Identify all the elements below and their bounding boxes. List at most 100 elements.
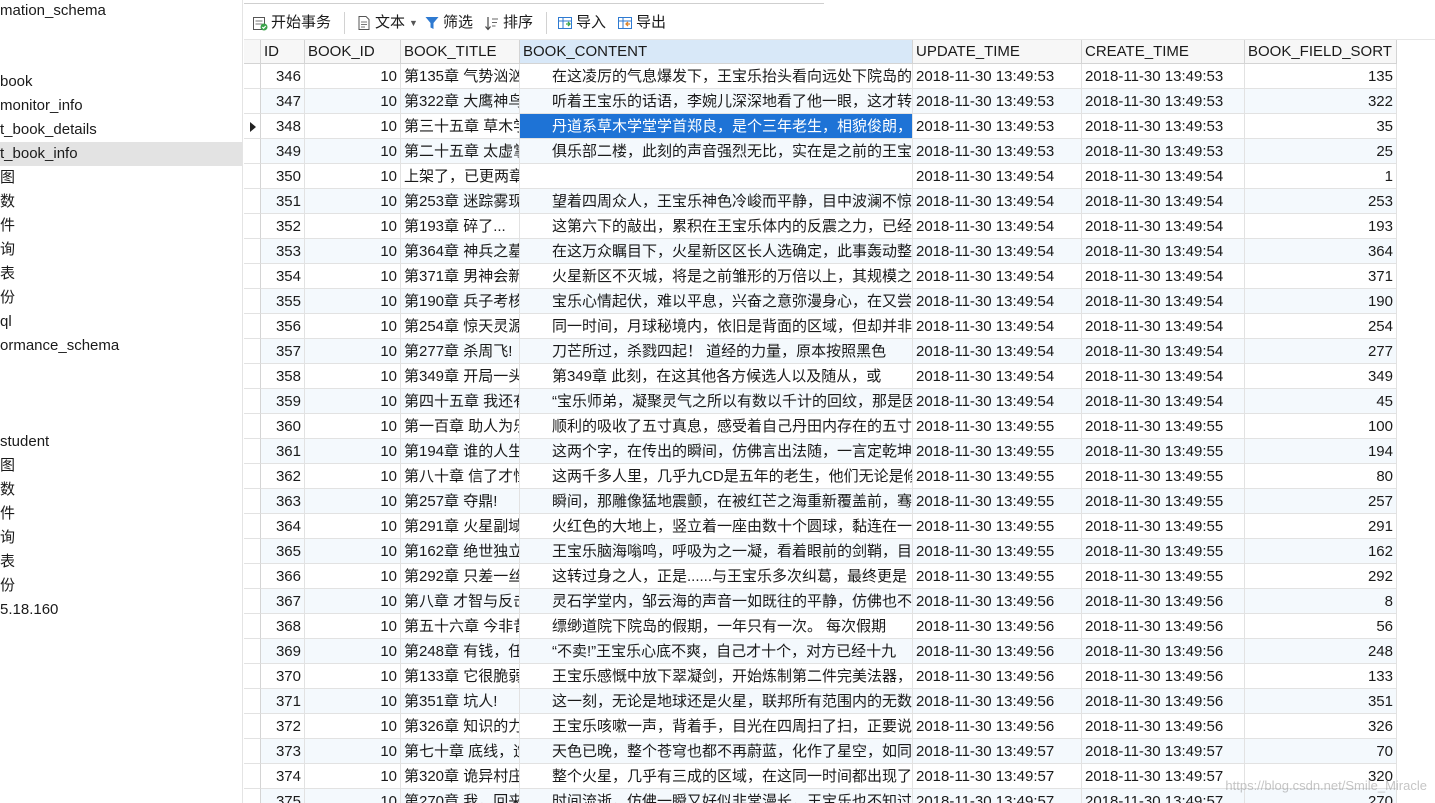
cell-book-content[interactable]: 这两千多人里，几乎九CD是五年的老生，他们无论是修 <box>520 464 913 489</box>
row-indicator[interactable] <box>244 389 261 414</box>
cell-id[interactable]: 371 <box>261 689 305 714</box>
cell-book-title[interactable]: 第162章 绝世独立 <box>401 539 520 564</box>
cell-book-title[interactable]: 第322章 大鹰神鸟 <box>401 89 520 114</box>
row-indicator[interactable] <box>244 714 261 739</box>
sort-button[interactable]: 排序 <box>484 12 533 34</box>
cell-book-id[interactable]: 10 <box>305 539 401 564</box>
cell-create-time[interactable]: 2018-11-30 13:49:54 <box>1082 339 1245 364</box>
cell-book-id[interactable]: 10 <box>305 589 401 614</box>
cell-book-title[interactable]: 第320章 诡异村庄 <box>401 764 520 789</box>
cell-create-time[interactable]: 2018-11-30 13:49:56 <box>1082 664 1245 689</box>
cell-update-time[interactable]: 2018-11-30 13:49:56 <box>913 689 1082 714</box>
cell-create-time[interactable]: 2018-11-30 13:49:54 <box>1082 364 1245 389</box>
cell-book-content[interactable]: 听着王宝乐的话语，李婉儿深深地看了他一眼，这才转 <box>520 89 913 114</box>
cell-id[interactable]: 375 <box>261 789 305 803</box>
cell-book-id[interactable]: 10 <box>305 664 401 689</box>
table-row[interactable]: 365 10 第162章 绝世独立 王宝乐脑海嗡鸣，呼吸为之一凝，看着眼前的剑鞘，目 2… <box>244 539 1435 564</box>
cell-update-time[interactable]: 2018-11-30 13:49:53 <box>913 89 1082 114</box>
row-indicator[interactable] <box>244 164 261 189</box>
cell-book-content[interactable]: 天色已晚，整个苍穹也都不再蔚蓝，化作了星空，如同 <box>520 739 913 764</box>
column-header-id[interactable]: ID <box>261 40 305 64</box>
cell-book-id[interactable]: 10 <box>305 89 401 114</box>
cell-update-time[interactable]: 2018-11-30 13:49:54 <box>913 339 1082 364</box>
cell-book-field-sort[interactable]: 35 <box>1245 114 1397 139</box>
sidebar-item[interactable]: ormance_schema <box>0 334 242 358</box>
row-indicator[interactable] <box>244 439 261 464</box>
cell-book-content[interactable]: 顺利的吸收了五寸真息，感受着自己丹田内存在的五寸 <box>520 414 913 439</box>
cell-update-time[interactable]: 2018-11-30 13:49:55 <box>913 414 1082 439</box>
cell-update-time[interactable]: 2018-11-30 13:49:54 <box>913 314 1082 339</box>
row-indicator[interactable] <box>244 464 261 489</box>
cell-book-content[interactable]: 第349章 此刻，在这其他各方候选人以及随从，或 <box>520 364 913 389</box>
cell-book-title[interactable]: 第248章 有钱，任性 <box>401 639 520 664</box>
cell-book-content[interactable]: 整个火星，几乎有三成的区域，在这同一时间都出现了 <box>520 764 913 789</box>
sidebar-item[interactable]: 份 <box>0 574 242 598</box>
row-indicator[interactable] <box>244 789 261 803</box>
cell-book-id[interactable]: 10 <box>305 689 401 714</box>
cell-create-time[interactable]: 2018-11-30 13:49:56 <box>1082 614 1245 639</box>
cell-book-field-sort[interactable]: 135 <box>1245 64 1397 89</box>
row-indicator[interactable] <box>244 414 261 439</box>
cell-id[interactable]: 368 <box>261 614 305 639</box>
row-indicator[interactable] <box>244 539 261 564</box>
cell-book-id[interactable]: 10 <box>305 364 401 389</box>
cell-create-time[interactable]: 2018-11-30 13:49:56 <box>1082 689 1245 714</box>
row-indicator[interactable] <box>244 514 261 539</box>
cell-book-id[interactable]: 10 <box>305 189 401 214</box>
table-row[interactable]: 359 10 第四十五章 我还有 “宝乐师弟，凝聚灵气之所以有数以千计的回纹，那是因 2… <box>244 389 1435 414</box>
cell-book-field-sort[interactable]: 364 <box>1245 239 1397 264</box>
cell-id[interactable]: 366 <box>261 564 305 589</box>
cell-book-id[interactable]: 10 <box>305 289 401 314</box>
cell-book-id[interactable]: 10 <box>305 564 401 589</box>
cell-book-content[interactable]: 在这万众瞩目下，火星新区区长人选确定，此事轰动整 <box>520 239 913 264</box>
cell-book-field-sort[interactable]: 351 <box>1245 689 1397 714</box>
table-row[interactable]: 346 10 第135章 气势汹汹 在这凌厉的气息爆发下，王宝乐抬头看向远处下院岛的 2… <box>244 64 1435 89</box>
cell-book-id[interactable]: 10 <box>305 489 401 514</box>
cell-book-content[interactable]: 缥缈道院下院岛的假期，一年只有一次。 每次假期 <box>520 614 913 639</box>
column-header-book-content[interactable]: BOOK_CONTENT <box>520 40 913 64</box>
cell-update-time[interactable]: 2018-11-30 13:49:54 <box>913 189 1082 214</box>
table-row[interactable]: 355 10 第190章 兵子考核 宝乐心情起伏，难以平息，兴奋之意弥漫身心，在又尝 2… <box>244 289 1435 314</box>
cell-update-time[interactable]: 2018-11-30 13:49:55 <box>913 539 1082 564</box>
cell-book-content[interactable]: 望着四周众人，王宝乐神色冷峻而平静，目中波澜不惊 <box>520 189 913 214</box>
cell-book-id[interactable]: 10 <box>305 264 401 289</box>
cell-id[interactable]: 353 <box>261 239 305 264</box>
cell-id[interactable]: 369 <box>261 639 305 664</box>
cell-book-title[interactable]: 第一百章 助人为乐 <box>401 414 520 439</box>
table-row[interactable]: 358 10 第349章 开局一头 第349章 此刻，在这其他各方候选人以及随从，或 2… <box>244 364 1435 389</box>
cell-book-content[interactable]: 火星新区不灭城，将是之前雏形的万倍以上，其规模之 <box>520 264 913 289</box>
cell-book-field-sort[interactable]: 162 <box>1245 539 1397 564</box>
sidebar-item[interactable]: 表 <box>0 550 242 574</box>
sidebar-item[interactable]: book <box>0 70 242 94</box>
cell-create-time[interactable]: 2018-11-30 13:49:57 <box>1082 764 1245 789</box>
cell-book-field-sort[interactable]: 70 <box>1245 739 1397 764</box>
table-row[interactable]: 352 10 第193章 碎了... 这第六下的敲出，累积在王宝乐体内的反震之力，已经… <box>244 214 1435 239</box>
cell-id[interactable]: 358 <box>261 364 305 389</box>
cell-book-title[interactable]: 第349章 开局一头 <box>401 364 520 389</box>
cell-book-id[interactable]: 10 <box>305 789 401 803</box>
table-row[interactable]: 370 10 第133章 它很脆弱 王宝乐感慨中放下翠凝剑，开始炼制第二件完美法器， 2… <box>244 664 1435 689</box>
cell-update-time[interactable]: 2018-11-30 13:49:55 <box>913 514 1082 539</box>
table-row[interactable]: 34810第三十五章 草木学堂丹道系草木学堂学首郑良，是个三年老生，相貌俊朗，2… <box>244 114 1435 139</box>
cell-create-time[interactable]: 2018-11-30 13:49:54 <box>1082 239 1245 264</box>
cell-create-time[interactable]: 2018-11-30 13:49:53 <box>1082 89 1245 114</box>
sidebar-item[interactable]: 数 <box>0 190 242 214</box>
cell-update-time[interactable]: 2018-11-30 13:49:53 <box>913 139 1082 164</box>
sidebar-item[interactable]: monitor_info <box>0 94 242 118</box>
cell-update-time[interactable]: 2018-11-30 13:49:56 <box>913 589 1082 614</box>
cell-id[interactable]: 348 <box>261 114 305 139</box>
sidebar-item[interactable]: 图 <box>0 454 242 478</box>
cell-book-title[interactable]: 第三十五章 草木学堂 <box>401 114 520 139</box>
cell-book-title[interactable]: 第七十章 底线，造化 <box>401 739 520 764</box>
cell-book-field-sort[interactable]: 56 <box>1245 614 1397 639</box>
sidebar-item[interactable]: student <box>0 430 242 454</box>
column-header-book-id[interactable]: BOOK_ID <box>305 40 401 64</box>
cell-id[interactable]: 350 <box>261 164 305 189</box>
cell-book-id[interactable]: 10 <box>305 339 401 364</box>
cell-book-title[interactable]: 第八十章 信了才怪 <box>401 464 520 489</box>
cell-book-content[interactable]: “不卖!”王宝乐心底不爽，自己才十个，对方已经十九 <box>520 639 913 664</box>
cell-book-content[interactable]: 俱乐部二楼，此刻的声音强烈无比，实在是之前的王宝 <box>520 139 913 164</box>
table-row[interactable]: 367 10 第八章 才智与反击 灵石学堂内，邹云海的声音一如既往的平静，仿佛也不 20… <box>244 589 1435 614</box>
row-indicator[interactable] <box>244 289 261 314</box>
row-indicator[interactable] <box>244 689 261 714</box>
